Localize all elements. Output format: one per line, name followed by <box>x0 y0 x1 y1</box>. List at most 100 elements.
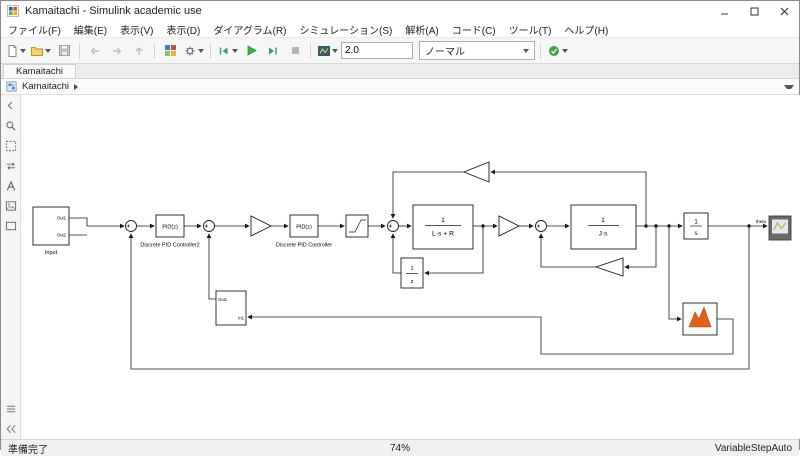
feedback-line[interactable] <box>390 233 401 274</box>
integrator-block[interactable]: 1 s <box>683 212 709 240</box>
tf-denominator: z <box>411 279 414 285</box>
step-back-button[interactable] <box>216 41 239 61</box>
gain-block-2[interactable] <box>498 215 521 237</box>
menu-tools[interactable]: ツール(T) <box>509 22 552 37</box>
gain-back-emf-block[interactable] <box>462 161 490 183</box>
step-forward-button[interactable] <box>263 41 283 61</box>
tf-denominator: J·s <box>598 231 608 238</box>
legend-button[interactable] <box>3 401 19 416</box>
model-config-button[interactable] <box>182 41 205 61</box>
model-advisor-button[interactable] <box>546 41 569 61</box>
up-button[interactable] <box>129 41 149 61</box>
block-text: PID(z) <box>162 225 178 231</box>
status-message: 準備完了 <box>8 444 48 456</box>
sum-junction-2[interactable] <box>203 220 215 232</box>
chevron-right-icon[interactable] <box>74 83 78 90</box>
model-config-icon <box>185 46 195 55</box>
feedback-subsystem-block[interactable]: Out1 In1 <box>215 290 247 326</box>
menu-file[interactable]: ファイル(F) <box>8 22 61 37</box>
block-name: Input <box>45 250 58 256</box>
collapse-palette-button[interactable] <box>3 98 19 113</box>
fit-to-view-button[interactable] <box>3 138 19 153</box>
tab-kamaitachi[interactable]: Kamaitachi <box>3 64 76 78</box>
window-title: Kamaitachi - Simulink academic use <box>25 5 202 17</box>
close-button[interactable] <box>769 1 799 21</box>
stop-icon <box>291 47 299 54</box>
menu-display[interactable]: 表示(D) <box>166 22 200 37</box>
open-button[interactable] <box>29 41 52 61</box>
fit-to-view-icon <box>5 140 16 151</box>
run-button[interactable] <box>241 41 261 61</box>
menu-analysis[interactable]: 解析(A) <box>405 22 438 37</box>
library-browser-button[interactable] <box>160 41 180 61</box>
menu-view[interactable]: 表示(V) <box>120 22 153 37</box>
saturation-block[interactable] <box>345 214 369 238</box>
feedback-line[interactable] <box>206 233 216 300</box>
model-advisor-icon <box>549 45 559 56</box>
gain-damping-block[interactable] <box>594 257 624 277</box>
chevron-left-icon <box>7 101 13 110</box>
step-forward-icon <box>269 47 277 54</box>
breadcrumb-dropdown-icon[interactable] <box>784 84 794 89</box>
maximize-button[interactable] <box>739 1 769 21</box>
breadcrumb: Kamaitachi <box>1 79 799 95</box>
junction-dot[interactable] <box>747 224 751 228</box>
feedback-line[interactable] <box>668 226 682 322</box>
pid-controller2-block[interactable]: PID(z) Discrete PID Controller2 <box>140 214 200 249</box>
menu-simulation[interactable]: シミュレーション(S) <box>299 22 392 37</box>
gain-block-1[interactable] <box>250 215 273 237</box>
maximize-icon <box>750 7 758 15</box>
feedback-line[interactable] <box>247 314 734 355</box>
port-label: In1 <box>238 316 244 321</box>
new-model-button[interactable] <box>5 41 27 61</box>
data-inspector-button[interactable] <box>316 41 339 61</box>
legend-icon <box>6 405 15 412</box>
menu-diagram[interactable]: ダイアグラム(R) <box>213 22 286 37</box>
zoom-button[interactable] <box>3 118 19 133</box>
hide-palette-button[interactable] <box>3 421 19 436</box>
solver-name[interactable]: VariableStepAuto <box>410 443 792 454</box>
zoom-level: 74% <box>390 442 411 454</box>
resize-button[interactable] <box>3 158 19 173</box>
area-button[interactable] <box>3 218 19 233</box>
junction-dot[interactable] <box>644 224 648 228</box>
input-subsystem-block[interactable]: Out1 Out2 Input <box>32 206 70 256</box>
unit-delay-block[interactable]: 1 z <box>400 257 424 289</box>
menu-code[interactable]: コード(C) <box>452 22 496 37</box>
toolbar-separator <box>310 42 311 59</box>
sum-junction-4[interactable] <box>535 220 547 232</box>
sum-junction-3[interactable] <box>387 220 399 232</box>
up-icon <box>135 47 143 55</box>
tab-label: Kamaitachi <box>16 66 63 77</box>
sum-junction-1[interactable] <box>125 220 137 232</box>
forward-icon <box>113 47 121 54</box>
junction-dot[interactable] <box>667 224 671 228</box>
sim-mode-select[interactable]: ノーマル <box>419 41 535 60</box>
menu-edit[interactable]: 編集(E) <box>74 22 107 37</box>
annotation-button[interactable] <box>3 178 19 193</box>
pid-controller-block[interactable]: PID(z) Discrete PID Controller <box>276 214 332 249</box>
simulink-window: Kamaitachi - Simulink academic use ファイル(… <box>0 0 800 456</box>
save-button[interactable] <box>54 41 74 61</box>
breadcrumb-model-name[interactable]: Kamaitachi <box>22 81 69 92</box>
sim-time-input[interactable] <box>341 42 413 59</box>
tf-denominator: s <box>695 231 698 237</box>
chevron-down-icon <box>232 48 238 53</box>
toolbar: ノーマル <box>1 38 799 64</box>
diagram-canvas[interactable]: Out1 Out2 Input PID(z) Discrete PID Cont… <box>21 95 800 439</box>
minimize-button[interactable] <box>709 1 739 21</box>
back-button[interactable] <box>85 41 105 61</box>
transfer-fcn-electrical-block[interactable]: 1 L·s + R <box>412 204 474 250</box>
junction-dot[interactable] <box>481 224 485 228</box>
image-button[interactable] <box>3 198 19 213</box>
chevron-down-icon <box>198 48 204 53</box>
matlab-function-block[interactable] <box>682 302 718 336</box>
editor-palette <box>1 95 21 439</box>
transfer-fcn-mechanical-block[interactable]: 1 J·s <box>570 204 637 250</box>
junction-dot[interactable] <box>654 224 658 228</box>
stop-button[interactable] <box>285 41 305 61</box>
menu-help[interactable]: ヘルプ(H) <box>564 22 608 37</box>
signal-line[interactable] <box>69 217 125 229</box>
forward-button[interactable] <box>107 41 127 61</box>
scope-block[interactable] <box>768 215 792 241</box>
